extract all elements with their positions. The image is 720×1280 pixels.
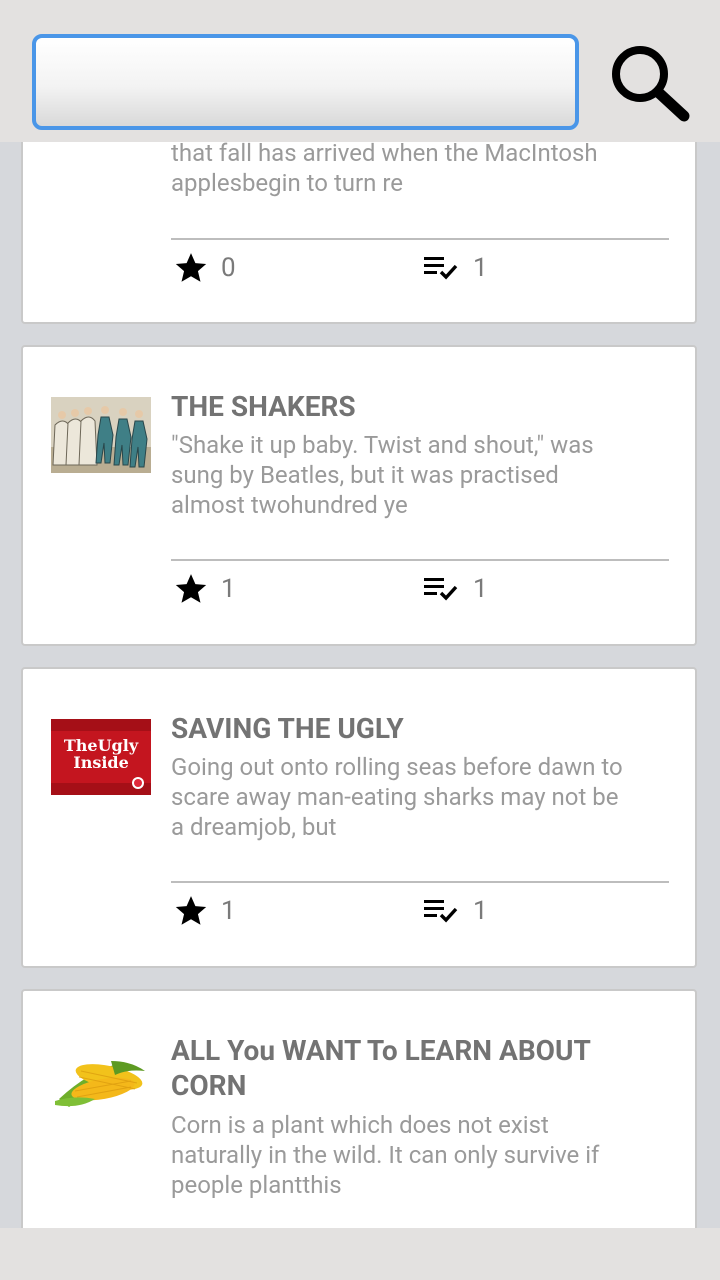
article-card[interactable]: THE SHAKERS "Shake it up baby. Twist and… bbox=[21, 345, 697, 646]
shakers-engraving-image bbox=[51, 397, 151, 473]
card-divider bbox=[171, 559, 669, 561]
article-title: ALL You WANT To LEARN ABOUT CORN bbox=[171, 1034, 591, 1102]
star-icon bbox=[175, 253, 207, 282]
search-bar bbox=[0, 0, 720, 142]
article-title: SAVING THE UGLY bbox=[171, 712, 404, 745]
checklist-icon bbox=[424, 900, 458, 923]
search-button[interactable] bbox=[606, 40, 690, 124]
bottom-bar bbox=[0, 1228, 720, 1280]
star-count[interactable]: 1 bbox=[173, 891, 236, 931]
star-count[interactable]: 1 bbox=[173, 569, 236, 609]
checklist-count[interactable]: 1 bbox=[423, 248, 488, 288]
article-list[interactable]: that fall has arrived when the MacIntosh… bbox=[0, 0, 720, 1228]
corn-cobs-image bbox=[51, 1041, 151, 1117]
search-icon bbox=[612, 46, 690, 122]
article-description: "Shake it up baby. Twist and shout," was… bbox=[171, 431, 594, 519]
star-count[interactable]: 0 bbox=[173, 248, 236, 288]
star-icon bbox=[175, 574, 207, 603]
card-divider bbox=[171, 238, 669, 240]
article-card[interactable]: ALL You WANT To LEARN ABOUT CORN Corn is… bbox=[21, 989, 697, 1228]
article-title: THE SHAKERS bbox=[171, 390, 356, 423]
checklist-icon bbox=[424, 578, 458, 601]
the-ugly-inside-image: TheUgly Inside bbox=[51, 719, 151, 795]
article-description: Corn is a plant which does not exist nat… bbox=[171, 1111, 600, 1199]
card-divider bbox=[171, 881, 669, 883]
article-card[interactable]: TheUgly Inside SAVING THE UGLY Going out… bbox=[21, 667, 697, 968]
checklist-icon bbox=[424, 257, 458, 280]
article-description: Going out onto rolling seas before dawn … bbox=[171, 753, 623, 841]
checklist-count[interactable]: 1 bbox=[423, 891, 488, 931]
article-description: that fall has arrived when the MacIntosh… bbox=[171, 139, 598, 197]
checklist-count[interactable]: 1 bbox=[423, 569, 488, 609]
search-input[interactable] bbox=[32, 34, 579, 130]
star-icon bbox=[175, 896, 207, 925]
